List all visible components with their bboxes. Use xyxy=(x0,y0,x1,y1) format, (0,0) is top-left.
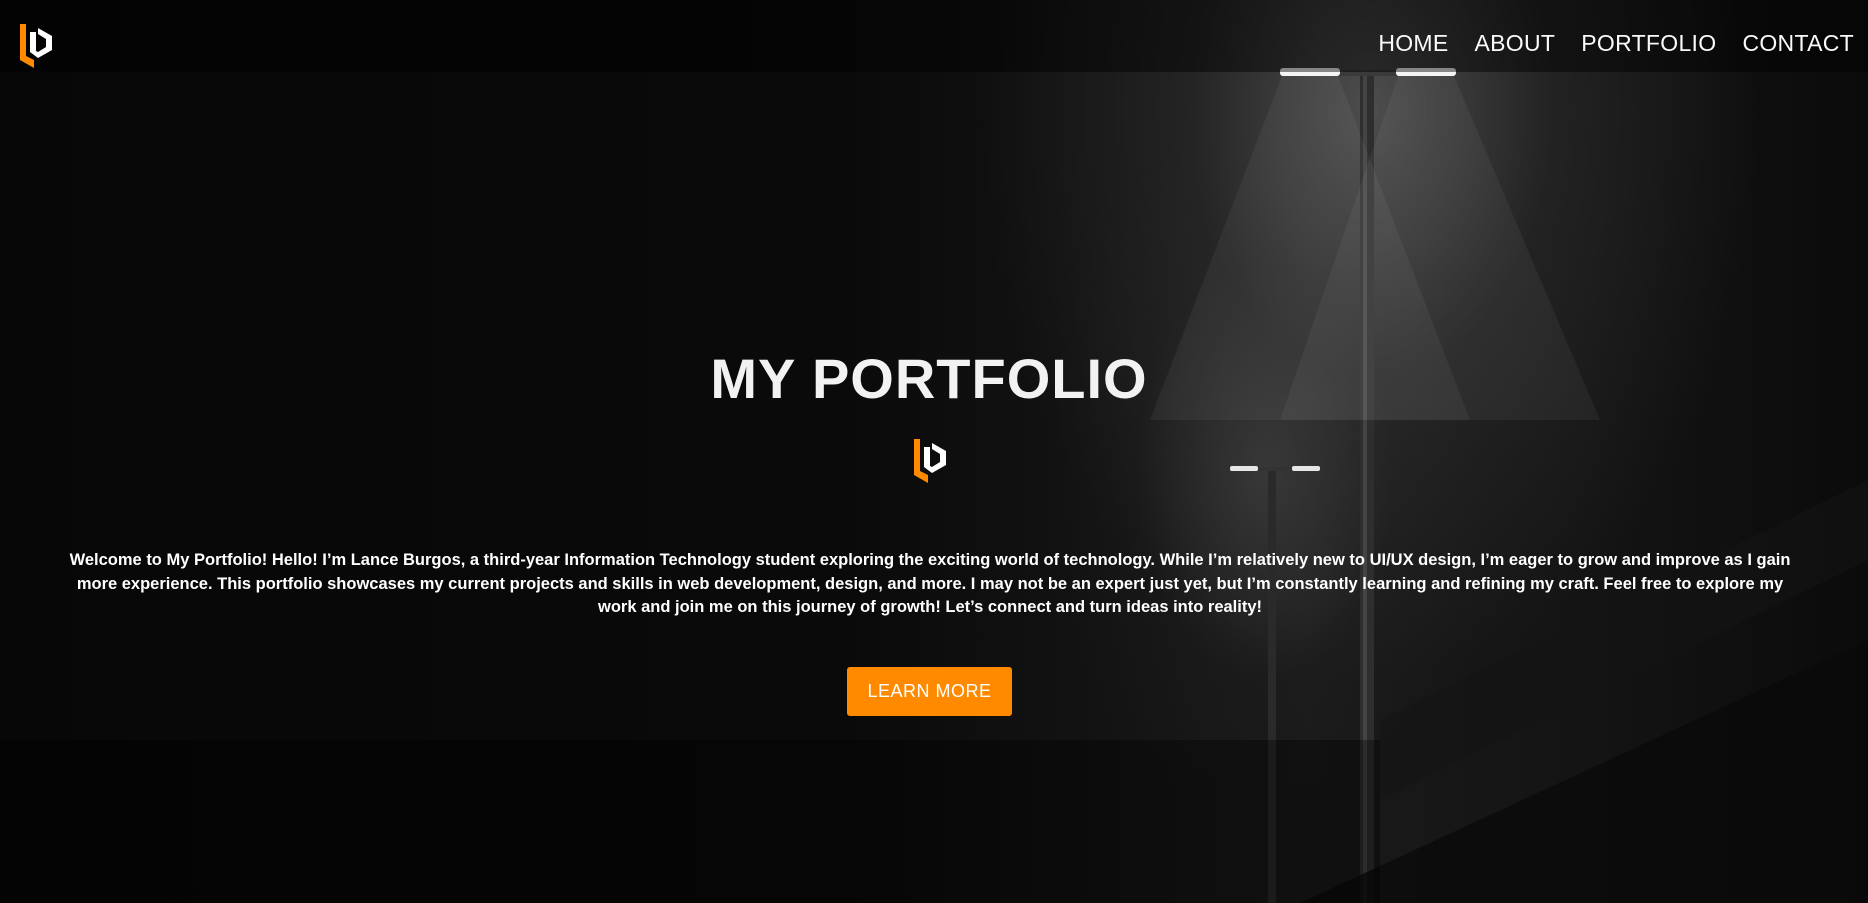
nav-portfolio-link[interactable]: PORTFOLIO xyxy=(1581,30,1716,57)
nav-home-link[interactable]: HOME xyxy=(1378,30,1448,57)
main-navigation: HOME ABOUT PORTFOLIO CONTACT xyxy=(1378,30,1854,57)
nav-contact-link[interactable]: CONTACT xyxy=(1742,30,1854,57)
landing-page: HOME ABOUT PORTFOLIO CONTACT MY PORTFOLI… xyxy=(0,0,1868,903)
hero-intro-text: Welcome to My Portfolio! Hello! I’m Lanc… xyxy=(69,551,1791,616)
lb-monogram-logo[interactable] xyxy=(16,22,56,72)
lb-monogram-logo xyxy=(910,437,950,487)
hero-title: MY PORTFOLIO xyxy=(710,347,1148,410)
learn-more-button[interactable]: LEARN MORE xyxy=(847,667,1012,716)
nav-about-link[interactable]: ABOUT xyxy=(1475,30,1556,57)
